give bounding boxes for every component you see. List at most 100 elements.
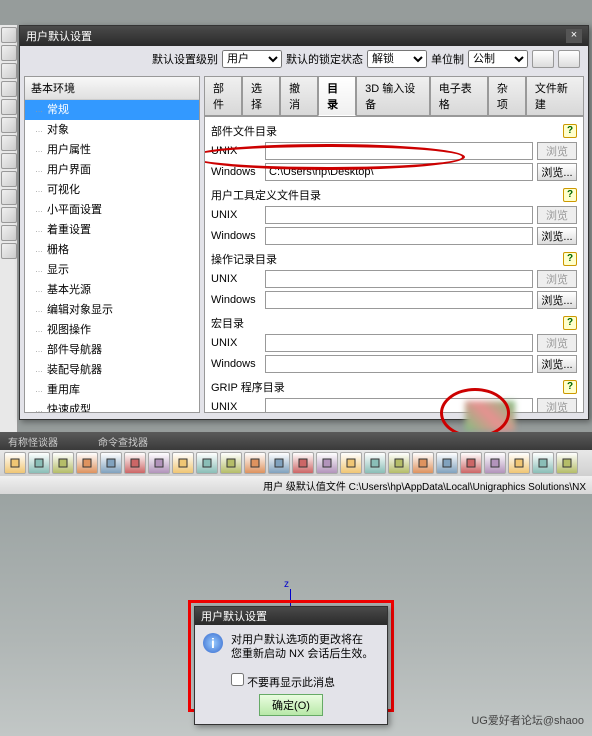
tree-item[interactable]: 对象 — [25, 120, 199, 140]
tab[interactable]: 部件 — [204, 76, 242, 116]
tree-item[interactable]: 编辑对象显示 — [25, 300, 199, 320]
tool-icon[interactable] — [1, 27, 17, 43]
tree-item[interactable]: 小平面设置 — [25, 200, 199, 220]
toolbar-icon[interactable] — [556, 452, 578, 474]
toolbar-icon[interactable] — [316, 452, 338, 474]
tree-item[interactable]: 显示 — [25, 260, 199, 280]
popup-message: 对用户默认选项的更改将在 您重新启动 NX 会话后生效。 — [231, 633, 373, 661]
tree-item[interactable]: 装配导航器 — [25, 360, 199, 380]
tree-item[interactable]: 重用库 — [25, 380, 199, 400]
path-input[interactable] — [265, 291, 533, 309]
tree-item[interactable]: 用户属性 — [25, 140, 199, 160]
ok-button[interactable]: 确定(O) — [259, 694, 323, 716]
toolbar-icon[interactable] — [52, 452, 74, 474]
level-select[interactable]: 用户 — [222, 50, 282, 68]
tool-icon[interactable] — [1, 117, 17, 133]
path-input[interactable] — [265, 142, 533, 160]
tool-icon[interactable] — [1, 207, 17, 223]
toolbar-icon[interactable] — [484, 452, 506, 474]
tree-item[interactable]: 常规 — [25, 100, 199, 120]
tool-icon[interactable] — [1, 189, 17, 205]
path-input[interactable] — [265, 355, 533, 373]
toolbar-icon[interactable] — [244, 452, 266, 474]
tree-item[interactable]: 视图操作 — [25, 320, 199, 340]
lock-select[interactable]: 解锁 — [367, 50, 427, 68]
settings-icon[interactable] — [532, 50, 554, 68]
strip-label: 有称怪谈器 — [8, 434, 58, 448]
tree-header: 基本环境 — [25, 77, 199, 100]
apply-icon[interactable] — [558, 50, 580, 68]
toolbar-icon[interactable] — [196, 452, 218, 474]
path-input[interactable] — [265, 227, 533, 245]
toolbar-icon[interactable] — [100, 452, 122, 474]
toolbar-icon[interactable] — [220, 452, 242, 474]
tool-icon[interactable] — [1, 225, 17, 241]
section-title: 部件文件目录 — [211, 123, 277, 139]
toolbar-icon[interactable] — [172, 452, 194, 474]
toolbar-icon[interactable] — [388, 452, 410, 474]
toolbar-icon[interactable] — [412, 452, 434, 474]
browse-button[interactable]: 浏览... — [537, 355, 577, 373]
tab-content: 部件文件目录?UNIX浏览Windows浏览...用户工具定义文件目录?UNIX… — [204, 116, 584, 413]
toolbar-icon[interactable] — [268, 452, 290, 474]
path-input[interactable] — [265, 270, 533, 288]
toolbar-icon[interactable] — [460, 452, 482, 474]
row-label: UNIX — [211, 145, 261, 157]
tree-item[interactable]: 快速成型 — [25, 400, 199, 413]
tab[interactable]: 3D 输入设备 — [356, 76, 430, 116]
tab[interactable]: 杂项 — [488, 76, 526, 116]
path-input[interactable] — [265, 334, 533, 352]
tool-icon[interactable] — [1, 153, 17, 169]
tree-item[interactable]: 栅格 — [25, 240, 199, 260]
tool-icon[interactable] — [1, 81, 17, 97]
toolbar-icon[interactable] — [436, 452, 458, 474]
browse-button[interactable]: 浏览... — [537, 163, 577, 181]
tab[interactable]: 选择 — [242, 76, 280, 116]
tool-icon[interactable] — [1, 135, 17, 151]
tab[interactable]: 撤消 — [280, 76, 318, 116]
user-defaults-dialog: 用户默认设置 × 默认设置级别 用户 默认的锁定状态 解锁 单位制 公制 基本环… — [19, 25, 589, 420]
dont-show-checkbox[interactable]: 不要再显示此消息 — [203, 673, 379, 690]
browse-button[interactable]: 浏览... — [537, 291, 577, 309]
tree-item[interactable]: 基本光源 — [25, 280, 199, 300]
tab[interactable]: 电子表格 — [430, 76, 488, 116]
toolbar-icon[interactable] — [508, 452, 530, 474]
close-icon[interactable]: × — [566, 29, 582, 43]
unit-select[interactable]: 公制 — [468, 50, 528, 68]
path-input[interactable] — [265, 163, 533, 181]
dialog-topbar: 默认设置级别 用户 默认的锁定状态 解锁 单位制 公制 — [20, 46, 588, 72]
tab[interactable]: 文件新建 — [526, 76, 584, 116]
row-label: UNIX — [211, 273, 261, 285]
lock-label: 默认的锁定状态 — [286, 51, 363, 67]
help-icon[interactable]: ? — [563, 188, 577, 202]
toolbar-icon[interactable] — [4, 452, 26, 474]
tree-panel[interactable]: 基本环境 常规对象用户属性用户界面可视化小平面设置着重设置栅格显示基本光源编辑对… — [24, 76, 200, 413]
help-icon[interactable]: ? — [563, 252, 577, 266]
toolbar-icon[interactable] — [292, 452, 314, 474]
help-icon[interactable]: ? — [563, 380, 577, 394]
tool-icon[interactable] — [1, 171, 17, 187]
tool-icon[interactable] — [1, 99, 17, 115]
help-icon[interactable]: ? — [563, 316, 577, 330]
path-input[interactable] — [265, 206, 533, 224]
toolbar-icon[interactable] — [532, 452, 554, 474]
tree-item[interactable]: 可视化 — [25, 180, 199, 200]
toolbar-icon[interactable] — [364, 452, 386, 474]
tree-item[interactable]: 用户界面 — [25, 160, 199, 180]
tool-icon[interactable] — [1, 243, 17, 259]
toolbar-icon[interactable] — [28, 452, 50, 474]
toolbar-icon[interactable] — [340, 452, 362, 474]
toolbar-icon[interactable] — [76, 452, 98, 474]
tree-item[interactable]: 部件导航器 — [25, 340, 199, 360]
row-label: Windows — [211, 294, 261, 306]
section-title: 宏目录 — [211, 315, 244, 331]
browse-button[interactable]: 浏览... — [537, 227, 577, 245]
help-icon[interactable]: ? — [563, 124, 577, 138]
tool-icon[interactable] — [1, 63, 17, 79]
tab[interactable]: 目录 — [318, 76, 356, 116]
toolbar-icon[interactable] — [124, 452, 146, 474]
toolbar-icon[interactable] — [148, 452, 170, 474]
tool-icon[interactable] — [1, 45, 17, 61]
tree-item[interactable]: 着重设置 — [25, 220, 199, 240]
main-toolbar — [0, 450, 592, 476]
